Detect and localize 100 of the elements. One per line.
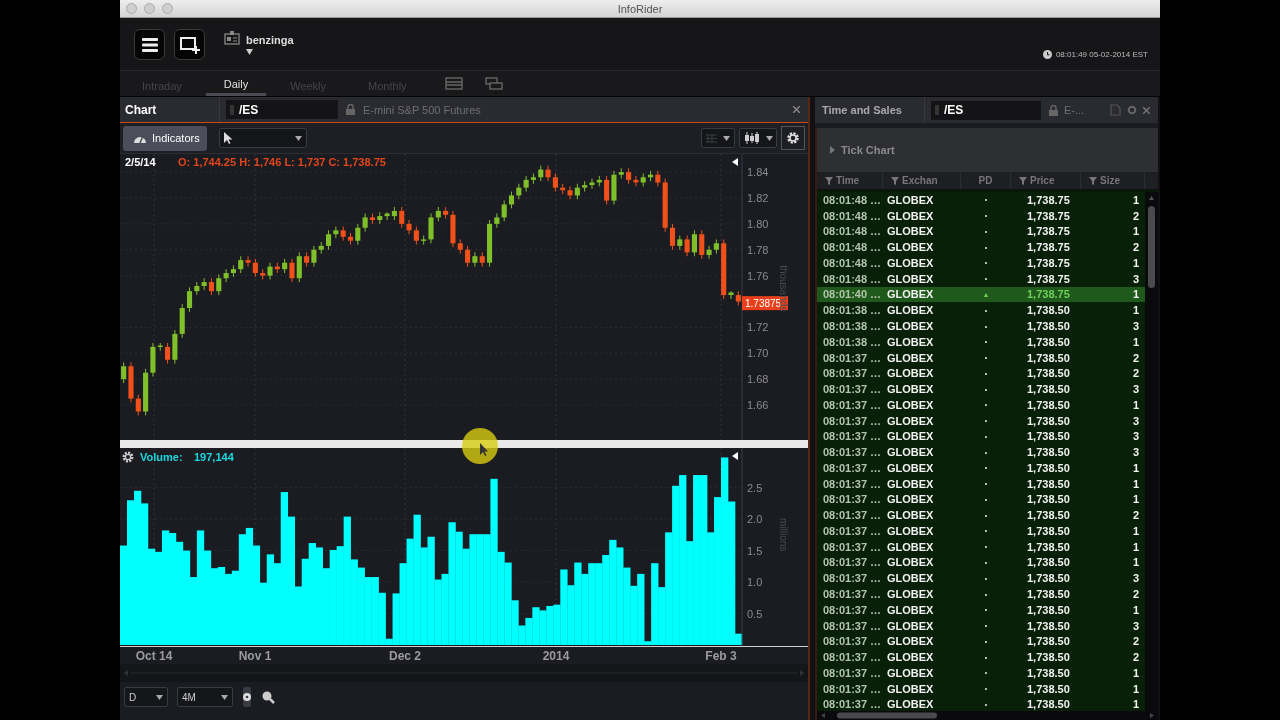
table-cell-text: 1,738.50	[1026, 509, 1071, 522]
table-cell-text: GLOBEX	[886, 367, 935, 380]
table-cell-text: 3	[1131, 430, 1140, 443]
column-header[interactable]: Time	[817, 172, 883, 189]
table-cell-text: 1	[1131, 603, 1140, 616]
table-cell-text: GLOBEX	[886, 603, 935, 616]
table-cell-text: 1,738.75	[1026, 209, 1071, 222]
table-cell-text: 1	[1131, 682, 1140, 695]
column-header[interactable]: Exchan	[883, 172, 961, 189]
workspace-selector[interactable]: benzinga	[224, 31, 294, 55]
table-cell-text: 08:01:38 …	[822, 335, 883, 348]
table-cell-text: 08:01:37 …	[822, 572, 883, 585]
table-cell-text: 2	[1131, 651, 1140, 664]
axis-label: 1.82	[747, 192, 769, 204]
table-cell-text: 08:01:37 …	[822, 651, 883, 664]
ohlc-readout: O: 1,744.25 H: 1,746 L: 1,737 C: 1,738.75	[178, 156, 386, 168]
table-cell-text: GLOBEX	[886, 288, 935, 301]
axis-label: 1.66	[747, 399, 769, 412]
table-cell-text: 1,738.50	[1026, 335, 1071, 348]
table-cell-text: 3	[1131, 383, 1140, 396]
panel-title: Chart	[125, 102, 157, 117]
table-cell-text: 1,738.75	[1026, 272, 1071, 285]
interval-dropdown[interactable]: D	[124, 687, 168, 707]
table-cell-text: 1	[1131, 225, 1140, 238]
axis-label: 1.78	[747, 243, 769, 256]
table-cell-text: GLOBEX	[886, 698, 935, 711]
table-cell-text: 1,738.50	[1026, 367, 1071, 380]
table-cell-text: 3	[1131, 619, 1140, 632]
axis-label: 1.76	[747, 269, 769, 282]
column-header[interactable]: Price	[1011, 172, 1081, 189]
range-dropdown[interactable]: 4M	[177, 687, 233, 707]
table-cell-text: 08:01:37 …	[822, 556, 883, 569]
table-cell-text: 2	[1131, 209, 1140, 222]
table-cell-text: GLOBEX	[886, 682, 935, 695]
table-cell-text: 1,738.50	[1026, 698, 1071, 711]
window-title: InfoRider	[617, 2, 663, 15]
table-cell-text: 1,738.50	[1026, 572, 1071, 585]
table-cell-text: 1,738.50	[1026, 682, 1071, 695]
table-cell-text: 08:01:37 …	[822, 666, 883, 679]
table-cell-text: 08:01:37 …	[822, 461, 883, 474]
table-cell-text: 08:01:38 …	[822, 320, 883, 332]
volume-value: 197,144	[194, 451, 234, 463]
indicators-button[interactable]: Indicators	[123, 125, 207, 151]
table-cell-text: 08:01:48 …	[822, 193, 883, 206]
table-cell-text: 1	[1131, 556, 1140, 569]
symbol-field[interactable]: /ES	[226, 100, 338, 119]
axis-label: 1.70	[747, 347, 769, 360]
table-cell-text: 08:01:37 …	[822, 540, 883, 553]
table-cell-text: GLOBEX	[886, 524, 935, 537]
table-cell-text: 2	[1131, 635, 1140, 648]
table-cell-text: 1,738.50	[1026, 603, 1071, 616]
axis-label: 2.5	[747, 481, 763, 494]
table-cell-text: 08:01:48 …	[822, 225, 883, 238]
axis-label: 1.72	[747, 321, 769, 334]
table-cell-text: 1,738.50	[1026, 666, 1071, 679]
table-cell-text: 1	[1131, 666, 1140, 679]
table-cell-text: 1	[1131, 398, 1140, 411]
table-cell-text: 1,738.50	[1026, 320, 1071, 332]
column-header[interactable]: PD	[961, 172, 1011, 189]
table-cell-text: GLOBEX	[886, 556, 935, 569]
clock-text: 08:01:49 05-02-2014 EST	[1055, 50, 1148, 59]
table-cell-text: 08:01:37 …	[822, 383, 883, 396]
table-cell-text: GLOBEX	[886, 256, 935, 269]
table-cell-text: GLOBEX	[886, 493, 935, 506]
table-cell-text: 1	[1131, 698, 1140, 711]
table-cell-text: 08:01:37 …	[822, 619, 883, 632]
table-cell-text: 08:01:37 …	[822, 635, 883, 648]
table-cell-text: 3	[1131, 446, 1140, 459]
table-cell-text: 1,738.50	[1026, 524, 1071, 537]
table-cell-text: 3	[1131, 572, 1140, 585]
table-cell-text: 08:01:37 …	[822, 430, 883, 443]
table-cell-text: 2	[1131, 351, 1140, 364]
column-header[interactable]: Size	[1081, 172, 1145, 189]
table-cell-text: 1	[1131, 288, 1140, 301]
table-cell-text: 08:01:48 …	[822, 256, 883, 269]
table-cell-text: 3	[1131, 320, 1140, 332]
table-cell-text: 1	[1131, 540, 1140, 553]
tick-chart-toggle[interactable]: Tick Chart	[829, 144, 895, 156]
table-cell-text: GLOBEX	[886, 414, 935, 427]
table-cell-text: 08:01:37 …	[822, 351, 883, 364]
table-cell-text: GLOBEX	[886, 193, 935, 206]
table-cell-text: 08:01:37 …	[822, 414, 883, 427]
table-cell-text: 2	[1131, 367, 1140, 380]
table-cell-text: 1,738.50	[1026, 493, 1071, 506]
table-cell-text: 08:01:37 …	[822, 698, 883, 711]
table-cell-text: 1,738.75	[1026, 241, 1071, 254]
axis-label: 0.5	[747, 607, 763, 620]
symbol-description: E-...	[1064, 104, 1085, 116]
table-cell-text: 1,738.50	[1026, 430, 1071, 443]
table-cell-text: 1,738.50	[1026, 383, 1071, 396]
table-cell-text: GLOBEX	[886, 509, 935, 522]
table-cell-text: 1,738.50	[1026, 477, 1071, 490]
table-cell-text: GLOBEX	[886, 225, 935, 238]
table-cell-text: 08:01:37 …	[822, 477, 883, 490]
table-cell-text: 1,738.50	[1026, 414, 1071, 427]
axis-label: Feb 3	[705, 649, 737, 663]
table-cell-text: 2	[1131, 588, 1140, 600]
table-cell-text: 1	[1131, 461, 1140, 474]
symbol-field[interactable]: /ES	[931, 100, 1041, 120]
table-cell-text: 1,738.50	[1026, 588, 1071, 600]
